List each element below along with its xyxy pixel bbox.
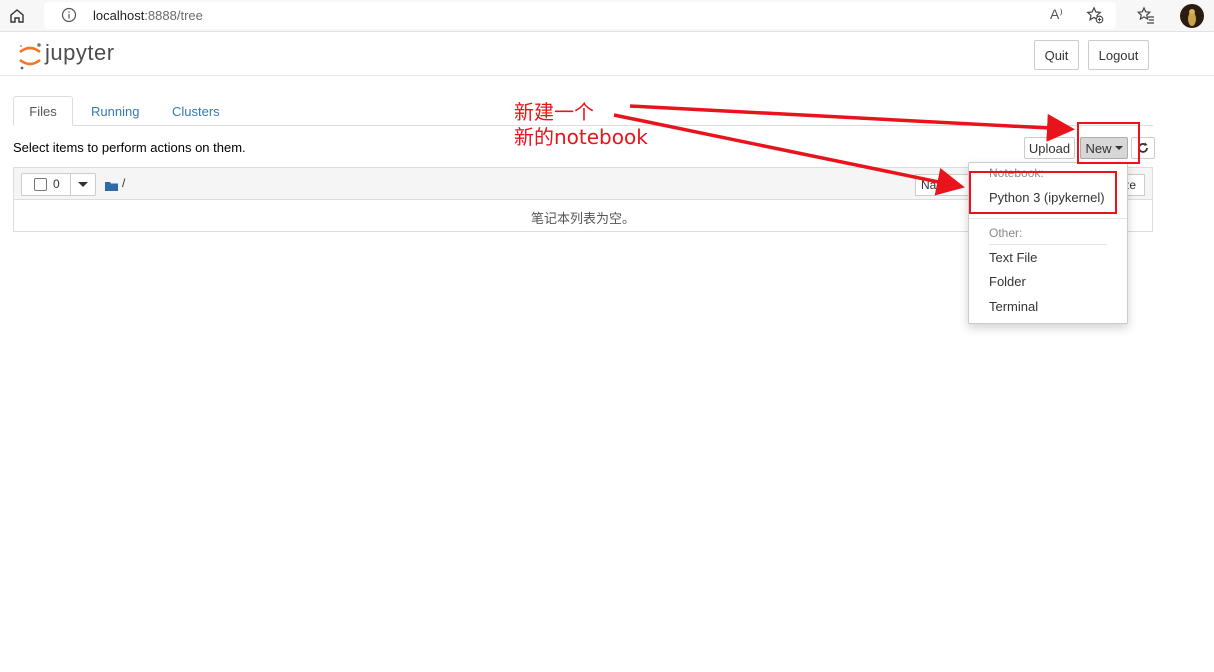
jupyter-logo-text[interactable]: jupyter <box>45 40 115 66</box>
select-divider <box>70 173 71 196</box>
menu-item-text-file[interactable]: Text File <box>989 250 1037 265</box>
annotation-line-1: 新建一个 <box>514 100 594 124</box>
highlight-python-kernel <box>969 171 1117 214</box>
address-bar[interactable] <box>44 2 1116 29</box>
url-text[interactable]: localhost:8888/tree <box>93 8 203 23</box>
chevron-down-icon[interactable] <box>78 182 88 187</box>
menu-header-other: Other: <box>989 226 1023 240</box>
profile-avatar[interactable] <box>1180 4 1204 28</box>
menu-divider <box>969 218 1127 219</box>
highlight-new-button <box>1077 122 1140 164</box>
sort-name-label: Name <box>921 178 954 192</box>
tab-files[interactable]: Files <box>13 96 73 126</box>
add-favorite-icon[interactable] <box>1086 6 1104 24</box>
select-all-checkbox[interactable] <box>34 178 47 191</box>
logout-button[interactable]: Logout <box>1088 40 1149 70</box>
jupyter-header <box>0 33 1214 76</box>
menu-item-terminal[interactable]: Terminal <box>989 299 1038 314</box>
menu-item-folder[interactable]: Folder <box>989 274 1026 289</box>
quit-button[interactable]: Quit <box>1034 40 1079 70</box>
url-host: localhost <box>93 8 145 23</box>
breadcrumb[interactable]: / <box>122 176 125 190</box>
selected-count: 0 <box>53 177 60 191</box>
folder-icon[interactable] <box>105 178 118 191</box>
info-icon[interactable] <box>61 7 77 23</box>
tab-clusters[interactable]: Clusters <box>172 104 220 119</box>
tab-running[interactable]: Running <box>91 104 139 119</box>
read-aloud-icon[interactable]: A⁾ <box>1050 6 1063 23</box>
favorites-icon[interactable] <box>1136 6 1155 24</box>
home-icon[interactable] <box>6 5 28 27</box>
annotation-line-2: 新的notebook <box>514 125 648 149</box>
selection-hint: Select items to perform actions on them. <box>13 140 246 155</box>
menu-divider <box>989 244 1107 245</box>
upload-button[interactable]: Upload <box>1024 137 1075 159</box>
annotation-text: 新建一个 新的notebook <box>514 100 648 150</box>
url-path: :8888/tree <box>144 8 203 23</box>
sort-by-name-button[interactable]: Name <box>915 174 973 196</box>
